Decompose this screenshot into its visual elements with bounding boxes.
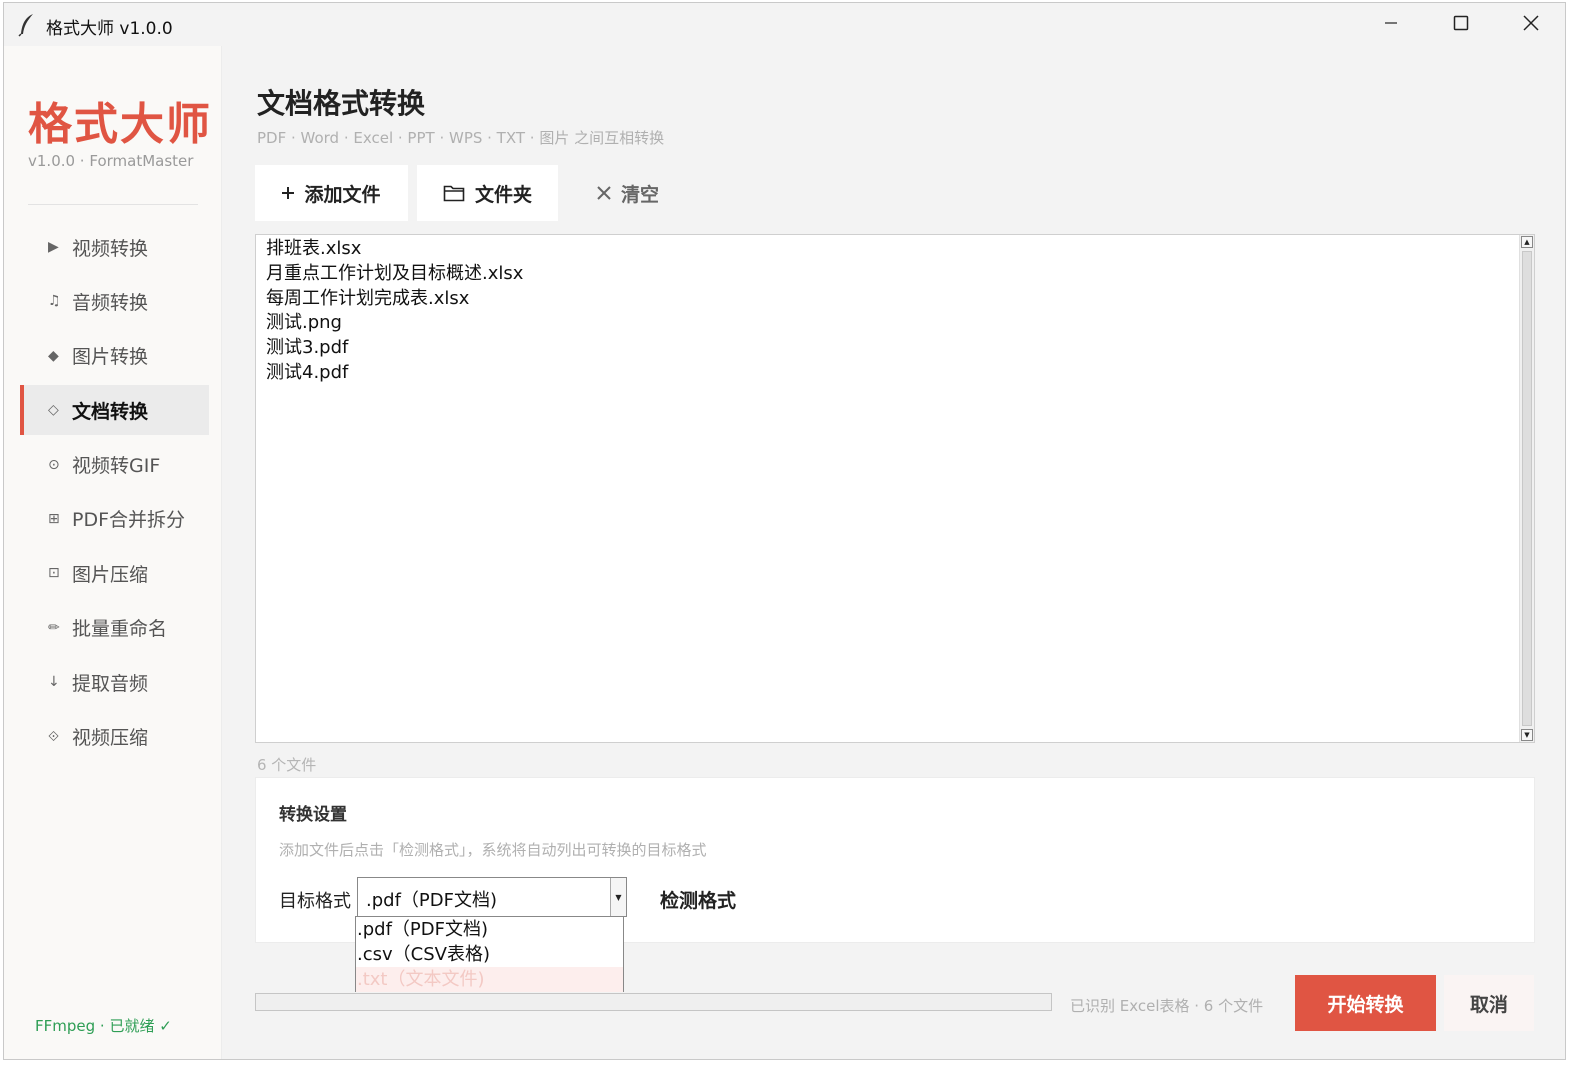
page-subtitle: PDF · Word · Excel · PPT · WPS · TXT · 图… xyxy=(257,129,665,147)
scroll-up-icon[interactable]: ▲ xyxy=(1521,236,1533,248)
sidebar-item-label: 视频转换 xyxy=(72,237,149,260)
music-note-icon: ♫ xyxy=(48,293,61,310)
settings-hint: 添加文件后点击「检测格式」，系统将自动列出可转换的目标格式 xyxy=(279,841,707,859)
folder-label: 文件夹 xyxy=(474,183,532,206)
brand-logo-text: 格式大师 xyxy=(28,99,212,150)
feather-icon xyxy=(18,13,36,37)
add-file-button[interactable]: 添加文件 xyxy=(255,165,408,221)
file-count: 6 个文件 xyxy=(257,756,317,774)
diamond-dot-icon: ⟐ xyxy=(48,728,60,745)
file-list-item[interactable]: 测试3.pdf xyxy=(266,336,1534,361)
main-panel: 文档格式转换 PDF · Word · Excel · PPT · WPS · … xyxy=(222,46,1565,1059)
dropdown-option[interactable]: .pdf（PDF文档) xyxy=(356,917,623,942)
file-list[interactable]: 排班表.xlsx 月重点工作计划及目标概述.xlsx 每周工作计划完成表.xlsx 测… xyxy=(255,234,1535,743)
sidebar-item-label: 视频压缩 xyxy=(72,727,149,750)
play-icon: ▶ xyxy=(48,239,59,255)
settings-title: 转换设置 xyxy=(279,805,347,825)
cancel-button[interactable]: 取消 xyxy=(1444,975,1534,1031)
sidebar-item-5[interactable]: ⊞ PDF合并拆分 xyxy=(20,494,209,544)
close-icon xyxy=(1523,14,1539,35)
sidebar-divider xyxy=(28,204,198,205)
folder-button[interactable]: 文件夹 xyxy=(417,165,558,221)
ffmpeg-status: FFmpeg · 已就绪 ✓ xyxy=(35,1017,172,1035)
sidebar-item-4[interactable]: ⊙ 视频转GIF xyxy=(20,440,209,490)
sidebar-item-2[interactable]: ◆ 图片转换 xyxy=(20,331,209,381)
file-list-scrollbar[interactable]: ▲ ▼ xyxy=(1519,235,1534,742)
file-list-item[interactable]: 排班表.xlsx xyxy=(266,237,1534,262)
version-text: v1.0.0 · FormatMaster xyxy=(28,152,194,170)
square-dot-icon: ⊡ xyxy=(48,565,60,582)
minimize-icon xyxy=(1384,15,1398,34)
target-format-label: 目标格式 xyxy=(279,891,351,912)
sidebar-item-8[interactable]: ↓ 提取音频 xyxy=(20,657,209,707)
pencil-icon: ✏ xyxy=(48,619,60,636)
target-format-value: .pdf（PDF文档) xyxy=(366,890,498,911)
diamond-icon: ◆ xyxy=(48,347,59,364)
sidebar-item-label: 提取音频 xyxy=(72,672,149,695)
grid-square-icon: ⊞ xyxy=(48,510,60,527)
sidebar-item-3[interactable]: ◇ 文档转换 xyxy=(20,385,209,436)
maximize-button[interactable] xyxy=(1426,3,1496,46)
plus-icon xyxy=(282,187,295,199)
target-format-select[interactable]: .pdf（PDF文档) ▼ xyxy=(357,877,627,917)
sidebar-item-label: 图片转换 xyxy=(72,346,149,369)
file-list-item[interactable]: 测试.png xyxy=(266,311,1534,336)
chevron-down-icon[interactable]: ▼ xyxy=(610,878,626,916)
sidebar-item-label: 文档转换 xyxy=(72,400,149,423)
diamond-outline-icon: ◇ xyxy=(48,402,59,419)
sidebar-item-label: 音频转换 xyxy=(72,291,149,314)
progress-bar xyxy=(255,993,1052,1011)
scroll-down-icon[interactable]: ▼ xyxy=(1521,729,1533,741)
file-list-item[interactable]: 月重点工作计划及目标概述.xlsx xyxy=(266,262,1534,287)
sidebar-nav: ▶ 视频转换 ♫ 音频转换 ◆ 图片转换 ◇ 文档转换 ⊙ 视频转GIF ⊞ PDF合并拆分 ⊡ 图片压缩… xyxy=(20,222,209,766)
circle-dot-icon: ⊙ xyxy=(48,456,60,473)
sidebar-item-label: 视频转GIF xyxy=(72,455,161,478)
app-window: 格式大师 v1.0.0 格式大师 v1.0.0 · FormatMaster ▶… xyxy=(3,2,1566,1060)
start-convert-button[interactable]: 开始转换 xyxy=(1295,975,1436,1031)
sidebar-item-label: PDF合并拆分 xyxy=(72,509,186,532)
dropdown-option[interactable]: .csv（CSV表格) xyxy=(356,942,623,967)
sidebar-item-label: 图片压缩 xyxy=(72,563,149,586)
sidebar-item-6[interactable]: ⊡ 图片压缩 xyxy=(20,548,209,598)
detect-format-button[interactable]: 检测格式 xyxy=(660,886,736,913)
file-list-item[interactable]: 测试4.pdf xyxy=(266,361,1534,386)
arrow-down-icon: ↓ xyxy=(48,674,60,691)
add-file-label: 添加文件 xyxy=(304,183,381,206)
close-button[interactable] xyxy=(1496,3,1566,46)
page-title: 文档格式转换 xyxy=(257,87,426,120)
sidebar-item-7[interactable]: ✏ 批量重命名 xyxy=(20,603,209,653)
close-icon xyxy=(597,186,611,200)
progress-status-text: 已识别 Excel表格 · 6 个文件 xyxy=(1070,997,1264,1015)
target-format-dropdown[interactable]: .pdf（PDF文档) .csv（CSV表格) .txt（文本文件) xyxy=(355,916,624,992)
sidebar-item-9[interactable]: ⟐ 视频压缩 xyxy=(20,712,209,762)
sidebar-item-0[interactable]: ▶ 视频转换 xyxy=(20,222,209,272)
folder-icon xyxy=(443,184,465,202)
scroll-thumb[interactable] xyxy=(1522,251,1532,726)
sidebar: 格式大师 v1.0.0 · FormatMaster ▶ 视频转换 ♫ 音频转换 ◆ 图片… xyxy=(4,46,222,1059)
title-bar: 格式大师 v1.0.0 xyxy=(4,3,1565,46)
minimize-button[interactable] xyxy=(1356,3,1426,46)
sidebar-item-1[interactable]: ♫ 音频转换 xyxy=(20,276,209,326)
clear-button[interactable]: 清空 xyxy=(570,165,686,221)
window-title: 格式大师 v1.0.0 xyxy=(46,19,173,39)
sidebar-item-label: 批量重命名 xyxy=(72,618,168,641)
file-list-items: 排班表.xlsx 月重点工作计划及目标概述.xlsx 每周工作计划完成表.xlsx 测… xyxy=(256,235,1534,386)
maximize-icon xyxy=(1453,15,1469,35)
dropdown-option[interactable]: .txt（文本文件) xyxy=(356,967,623,992)
file-list-item[interactable]: 每周工作计划完成表.xlsx xyxy=(266,287,1534,312)
clear-label: 清空 xyxy=(620,183,659,206)
